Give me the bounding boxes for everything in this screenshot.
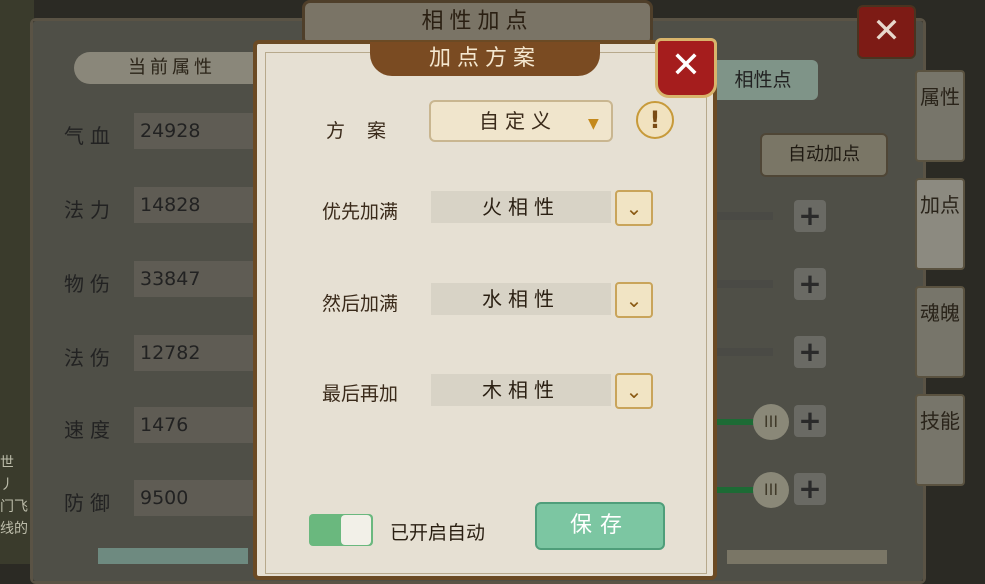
slider-track — [715, 280, 773, 288]
bottom-button-right[interactable] — [727, 550, 887, 564]
side-tab-skills[interactable]: 技能 — [915, 394, 965, 486]
stat-value-speed: 1476 — [134, 407, 254, 443]
attribute-points-button[interactable]: 相性点 — [708, 60, 818, 100]
stat-value-physical-damage: 33847 — [134, 261, 254, 297]
stat-value-magic-damage: 12782 — [134, 335, 254, 371]
stat-label-mana: 法力 — [64, 198, 116, 222]
current-attributes-tab[interactable]: 当前属性 — [74, 52, 270, 84]
dropdown-arrow-icon: ▼ — [588, 116, 599, 132]
chevron-down-icon[interactable]: ⌄ — [615, 190, 653, 226]
scheme-label: 方 案 — [325, 120, 395, 142]
scheme-dropdown[interactable]: 自定义 — [429, 100, 613, 142]
priority-last-label: 最后再加 — [321, 383, 398, 405]
slider-track — [715, 212, 773, 220]
priority-last-value: 木相性 — [431, 374, 611, 406]
close-icon[interactable]: ✕ — [655, 38, 717, 98]
plus-button[interactable]: + — [794, 268, 826, 300]
priority-second-label: 然后加满 — [321, 293, 398, 315]
priority-first-label: 优先加满 — [321, 201, 398, 223]
main-close-button[interactable]: ✕ — [857, 5, 916, 59]
slider-track — [715, 348, 773, 356]
chevron-down-icon[interactable]: ⌄ — [615, 373, 653, 409]
priority-first-value: 火相性 — [431, 191, 611, 223]
toggle-knob[interactable] — [341, 515, 371, 545]
side-tab-add-points[interactable]: 加点 — [915, 178, 965, 270]
stat-value-hp: 24928 — [134, 113, 254, 149]
slider-handle[interactable]: III — [753, 404, 789, 440]
stat-label-magic-damage: 法伤 — [64, 346, 116, 370]
plus-button[interactable]: + — [794, 336, 826, 368]
side-tab-attributes[interactable]: 属性 — [915, 70, 965, 162]
info-icon[interactable]: ! — [636, 101, 674, 139]
priority-second-value: 水相性 — [431, 283, 611, 315]
auto-enabled-label: 已开启自动 — [390, 522, 486, 544]
stat-value-defense: 9500 — [134, 480, 254, 516]
slider-handle[interactable]: III — [753, 472, 789, 508]
stat-label-speed: 速度 — [64, 418, 116, 442]
stat-value-mana: 14828 — [134, 187, 254, 223]
chevron-down-icon[interactable]: ⌄ — [615, 282, 653, 318]
plus-button[interactable]: + — [794, 200, 826, 232]
plus-button[interactable]: + — [794, 473, 826, 505]
save-button[interactable]: 保存 — [535, 502, 665, 550]
left-edge-text: 世 丿 门飞 线的 — [0, 455, 28, 537]
stat-label-defense: 防御 — [64, 491, 116, 515]
stat-label-hp: 气血 — [64, 124, 116, 148]
dialog-title: 加点方案 — [370, 42, 600, 76]
side-tab-soul[interactable]: 魂魄 — [915, 286, 965, 378]
auto-add-points-button[interactable]: 自动加点 — [760, 133, 888, 177]
stat-label-physical-damage: 物伤 — [64, 272, 116, 296]
plus-button[interactable]: + — [794, 405, 826, 437]
bottom-button-left[interactable] — [98, 548, 248, 564]
